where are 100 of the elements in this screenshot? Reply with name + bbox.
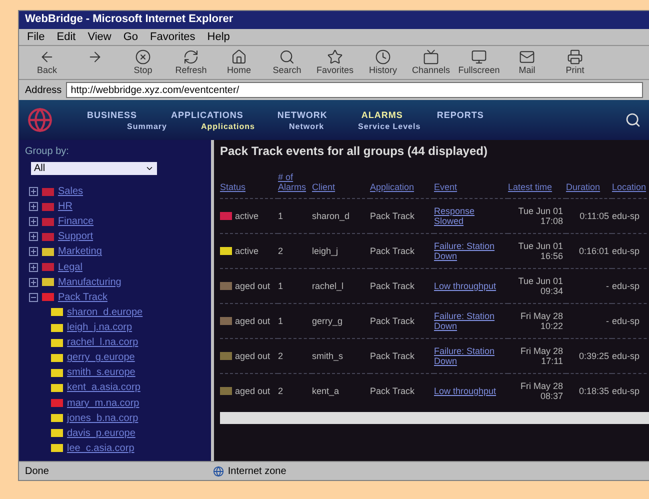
tree-item[interactable]: gerry_g.europe <box>67 352 135 364</box>
minus-box-icon[interactable] <box>29 292 38 302</box>
toolbar-button[interactable]: Refresh <box>169 48 213 77</box>
nav-tab[interactable]: ALARMS <box>361 110 403 120</box>
plus-box-icon[interactable] <box>29 262 38 272</box>
stop-icon <box>135 49 151 65</box>
tree-item[interactable]: leigh_j.na.corp <box>67 322 132 334</box>
table-cell: leigh_j <box>312 233 370 268</box>
tree-item[interactable]: davis_p.europe <box>67 428 136 439</box>
column-header[interactable]: Client <box>312 172 370 198</box>
menu-item[interactable]: Go <box>123 31 138 43</box>
mail-icon <box>519 49 535 65</box>
table-cell: Pack Track <box>370 373 434 408</box>
table-cell: Fri May 28 08:37 <box>508 373 566 408</box>
menu-item[interactable]: View <box>88 31 112 43</box>
table-cell: 0:16:01 <box>566 233 612 268</box>
table-cell: gerry_g <box>312 303 370 338</box>
table-cell: - <box>566 268 612 303</box>
tv-icon <box>423 49 439 65</box>
subnav-tab[interactable]: Service Levels <box>358 122 421 130</box>
table-cell: Pack Track <box>370 268 434 303</box>
table-cell: sharon_d <box>312 198 370 233</box>
nav-tab[interactable]: NETWORK <box>277 110 328 120</box>
toolbar-button[interactable]: Search <box>265 48 309 77</box>
tree-item[interactable]: Marketing <box>58 246 102 258</box>
plus-box-icon[interactable] <box>29 278 38 287</box>
printer-icon <box>567 49 583 65</box>
subnav-tab[interactable]: Applications <box>200 122 255 130</box>
status-text: aged out <box>235 316 270 326</box>
group-select[interactable]: All <box>31 162 157 175</box>
column-header[interactable]: Latest time <box>508 172 566 198</box>
table-cell: Fri May 28 17:11 <box>508 338 566 373</box>
plus-box-icon[interactable] <box>29 187 38 196</box>
event-link[interactable]: Failure: Station Down <box>434 311 505 331</box>
tree-item[interactable]: kent_a.asia.corp <box>67 382 140 394</box>
window-title: WebBridge - Microsoft Internet Explorer <box>19 11 649 29</box>
table-cell: Pack Track <box>370 233 434 268</box>
toolbar-button[interactable]: Back <box>25 48 69 77</box>
tree-item[interactable]: Sales <box>58 186 84 198</box>
event-link[interactable]: Low throughput <box>434 281 496 291</box>
event-link[interactable]: Response Slowed <box>434 206 505 226</box>
toolbar-button[interactable]: Favorites <box>313 48 357 77</box>
tree-item[interactable]: Legal <box>58 262 82 273</box>
search-icon[interactable] <box>625 112 641 128</box>
table-cell: 1 <box>278 268 312 303</box>
plus-box-icon[interactable] <box>29 202 38 212</box>
tree-item[interactable]: Pack Track <box>58 292 108 303</box>
monitor-icon <box>471 49 487 65</box>
nav-tab[interactable]: REPORTS <box>436 110 484 120</box>
toolbar-button[interactable]: Print <box>553 48 597 77</box>
event-link[interactable]: Low throughput <box>434 386 496 396</box>
toolbar-button[interactable]: Stop <box>121 48 165 77</box>
table-cell: Fri May 28 10:22 <box>508 303 566 338</box>
column-header[interactable]: Application <box>370 172 434 198</box>
toolbar-button[interactable]: History <box>361 48 405 77</box>
tree-item[interactable]: jones_b.na.corp <box>67 412 138 424</box>
tree-item[interactable]: Support <box>58 231 94 242</box>
tree-item[interactable]: smith_s.europe <box>67 367 136 378</box>
address-field[interactable]: http://webbridge.xyz.com/eventcenter/ <box>66 82 643 98</box>
table-cell: edu-sp <box>612 233 649 268</box>
toolbar-button[interactable]: Home <box>217 48 261 77</box>
clock-icon <box>375 49 391 65</box>
plus-box-icon[interactable] <box>29 247 38 256</box>
toolbar-button[interactable]: Fullscreen <box>457 48 501 77</box>
table-cell: Pack Track <box>370 303 434 338</box>
tree-item[interactable]: rachel_l.na.corp <box>67 337 138 348</box>
table-cell: 1 <box>278 198 312 233</box>
menu-item[interactable]: Favorites <box>150 31 196 43</box>
subnav-tab[interactable]: Summary <box>127 122 167 130</box>
toolbar-button[interactable]: Channels <box>409 48 453 77</box>
event-link[interactable]: Failure: Station Down <box>434 241 505 261</box>
tree-item[interactable]: Finance <box>58 216 94 228</box>
subnav-tab[interactable]: Network <box>288 122 324 130</box>
nav-tab[interactable]: BUSINESS <box>87 110 138 120</box>
menu-item[interactable]: File <box>27 31 45 43</box>
column-header[interactable]: Location <box>612 172 649 198</box>
column-header[interactable]: # of Alarms <box>278 172 312 198</box>
plus-box-icon[interactable] <box>29 217 38 226</box>
address-label: Address <box>25 84 62 96</box>
tree-item[interactable]: Manufacturing <box>58 276 122 288</box>
menu-item[interactable]: Edit <box>56 31 76 43</box>
nav-tab[interactable]: APPLICATIONS <box>171 110 244 120</box>
table-cell: Pack Track <box>370 198 434 233</box>
column-header[interactable]: Duration <box>566 172 612 198</box>
horizontal-scrollbar[interactable] <box>220 412 649 424</box>
status-text: Done <box>25 466 49 476</box>
tree-item[interactable]: HR <box>58 201 72 212</box>
star-icon <box>327 49 343 65</box>
event-link[interactable]: Failure: Station Down <box>434 346 505 366</box>
toolbar-button[interactable]: Mail <box>505 48 549 77</box>
status-text: aged out <box>235 281 270 291</box>
tree-item[interactable]: lee_c.asia.corp <box>67 442 134 454</box>
menu-item[interactable]: Help <box>207 31 230 43</box>
globe-icon <box>212 466 224 476</box>
column-header[interactable]: Event <box>434 172 508 198</box>
table-cell: edu-sp <box>612 268 649 303</box>
tree-item[interactable]: mary_m.na.corp <box>67 398 140 409</box>
column-header[interactable]: Status <box>220 172 278 198</box>
tree-item[interactable]: sharon_d.europe <box>67 306 143 318</box>
plus-box-icon[interactable] <box>29 232 38 242</box>
